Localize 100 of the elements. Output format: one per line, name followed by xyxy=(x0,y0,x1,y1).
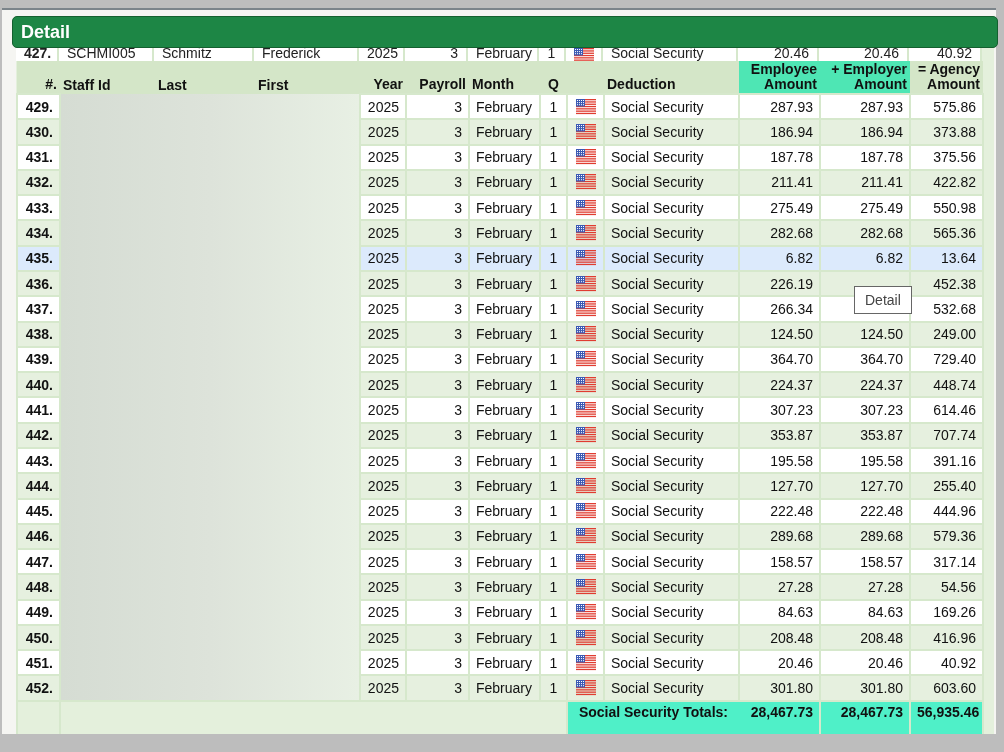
flag-icon xyxy=(575,402,596,418)
row-number: 451. xyxy=(25,654,53,671)
row-number: 437. xyxy=(25,300,53,317)
payroll: 3 xyxy=(454,225,462,242)
month: February xyxy=(476,629,533,646)
month: February xyxy=(476,402,533,418)
row-number: 440. xyxy=(25,376,53,393)
deduction: Social Security xyxy=(611,553,704,570)
deduction: Social Security xyxy=(611,604,704,621)
year: 2025 xyxy=(367,579,399,595)
quarter: 1 xyxy=(549,654,558,671)
deduction: Social Security xyxy=(611,250,704,267)
agency-amount: 565.36 xyxy=(933,225,976,242)
payroll: 3 xyxy=(454,477,462,494)
quarter: 1 xyxy=(549,225,558,242)
employer-amount: 27.28 xyxy=(867,579,903,595)
payroll: 3 xyxy=(454,503,462,520)
row-number: 435. xyxy=(25,250,53,267)
employer-amount: 186.94 xyxy=(860,123,903,140)
payroll: 3 xyxy=(454,250,462,267)
agency-amount: 579.36 xyxy=(933,528,976,545)
deduction: Social Security xyxy=(611,503,704,520)
flag-icon xyxy=(575,376,596,393)
month: February xyxy=(476,654,533,671)
year: 2025 xyxy=(367,326,399,343)
agency-amount: 255.40 xyxy=(933,477,976,494)
row-number: 434. xyxy=(25,225,53,242)
employer-amount: 195.58 xyxy=(860,452,903,469)
month: February xyxy=(476,376,533,393)
deduction: Social Security xyxy=(611,98,704,115)
quarter: 1 xyxy=(549,326,558,343)
month: February xyxy=(476,123,533,140)
flag-icon xyxy=(575,503,596,520)
year: 2025 xyxy=(367,199,399,216)
agency-amount: 550.98 xyxy=(933,199,976,216)
employer-amount: 6.82 xyxy=(875,250,903,267)
payroll: 3 xyxy=(454,553,462,570)
flag-icon xyxy=(575,149,596,166)
quarter: 1 xyxy=(549,376,558,393)
flag-icon xyxy=(575,654,596,671)
row-number: 447. xyxy=(25,553,53,570)
quarter: 1 xyxy=(549,503,558,520)
flag-icon xyxy=(575,680,596,697)
agency-amount: 614.46 xyxy=(933,402,976,418)
quarter: 1 xyxy=(549,477,558,494)
deduction: Social Security xyxy=(611,680,704,697)
payroll: 3 xyxy=(454,579,462,595)
year: 2025 xyxy=(367,503,399,520)
agency-amount: 422.82 xyxy=(933,174,976,191)
payroll: 3 xyxy=(454,98,462,115)
quarter: 1 xyxy=(549,351,558,368)
month: February xyxy=(476,351,533,368)
year: 2025 xyxy=(367,680,399,697)
employer-amount: 364.70 xyxy=(860,351,903,368)
employer-amount: 353.87 xyxy=(860,427,903,444)
payroll: 3 xyxy=(454,300,462,317)
deduction: Social Security xyxy=(611,528,704,545)
employee-amount: 222.48 xyxy=(770,503,813,520)
employee-amount: 27.28 xyxy=(777,579,813,595)
employee-amount: 195.58 xyxy=(770,452,813,469)
employer-amount: 224.37 xyxy=(860,376,903,393)
quarter: 1 xyxy=(549,402,558,418)
flag-icon xyxy=(575,477,596,494)
agency-amount: 375.56 xyxy=(933,149,976,166)
month: February xyxy=(476,300,533,317)
employee-amount: 353.87 xyxy=(770,427,813,444)
year: 2025 xyxy=(367,427,399,444)
payroll: 3 xyxy=(454,123,462,140)
flag-icon xyxy=(575,629,596,646)
employee-amount: 275.49 xyxy=(770,199,813,216)
tooltip: Detail xyxy=(854,286,912,314)
agency-amount: 575.86 xyxy=(933,98,976,115)
employer-amount: 287.93 xyxy=(860,98,903,115)
year: 2025 xyxy=(367,477,399,494)
employee-amount: 307.23 xyxy=(770,402,813,418)
deduction: Social Security xyxy=(611,654,704,671)
employee-amount: 266.34 xyxy=(770,300,813,317)
total-amount: 28,467.73 xyxy=(750,704,813,720)
row-number: 443. xyxy=(25,452,53,469)
month: February xyxy=(476,98,533,115)
quarter: 1 xyxy=(549,579,558,595)
column-header[interactable]: Last xyxy=(158,78,187,93)
payroll: 3 xyxy=(454,149,462,166)
month: February xyxy=(476,680,533,697)
deduction: Social Security xyxy=(611,123,704,140)
month: February xyxy=(476,503,533,520)
quarter: 1 xyxy=(549,98,558,115)
quarter: 1 xyxy=(549,123,558,140)
row-number: 445. xyxy=(25,503,53,520)
column-header[interactable]: Q xyxy=(548,77,559,92)
panel-title: Detail xyxy=(12,16,998,48)
employee-amount: 186.94 xyxy=(770,123,813,140)
employer-amount: 124.50 xyxy=(860,326,903,343)
agency-amount: 40.92 xyxy=(940,654,976,671)
payroll: 3 xyxy=(454,402,462,418)
column-header[interactable]: #. xyxy=(45,77,57,92)
column-header[interactable]: First xyxy=(258,78,289,93)
payroll: 3 xyxy=(454,275,462,292)
employer-amount: 84.63 xyxy=(867,604,903,621)
quarter: 1 xyxy=(549,149,558,166)
